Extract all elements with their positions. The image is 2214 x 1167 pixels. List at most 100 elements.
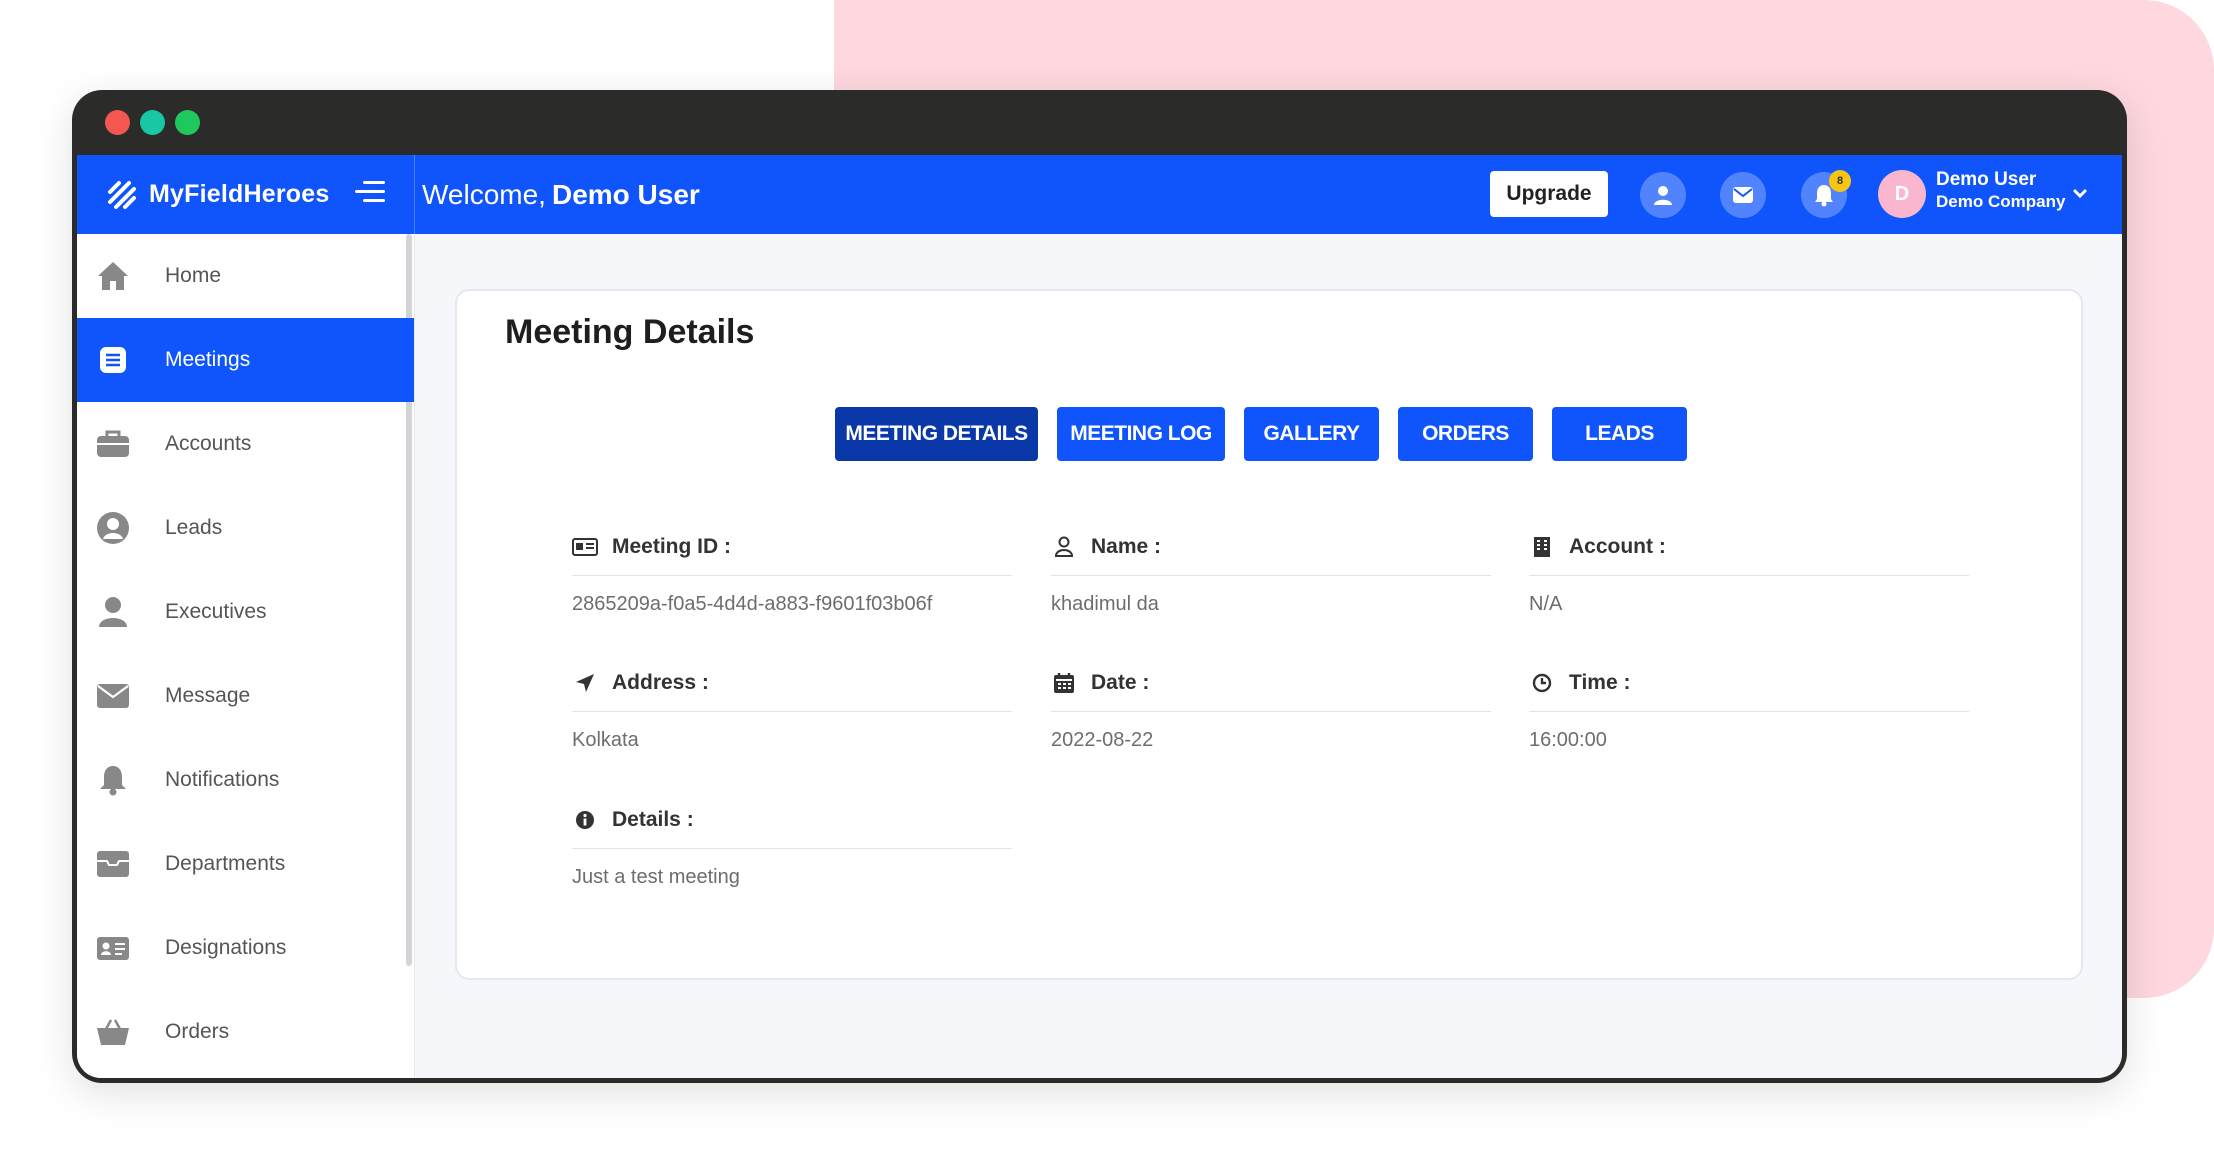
page-title: Meeting Details [505,313,755,351]
sidebar-item-label: Notifications [165,768,280,791]
sidebar: Home Meetings Accounts Leads Executives … [77,234,415,1078]
sidebar-item-label: Message [165,684,251,707]
app-screen: MyFieldHeroes Welcome, Demo User Upgrade [77,155,2122,1078]
close-dot[interactable] [105,110,130,135]
upgrade-button[interactable]: Upgrade [1490,171,1608,217]
field-header: Time : [1529,654,1969,712]
sidebar-item-label: Departments [165,852,286,875]
field-header: Meeting ID : [572,518,1012,576]
basket-icon [95,1014,131,1050]
sidebar-item-home[interactable]: Home [77,234,414,318]
meetings-icon [95,342,131,378]
field-label: Date : [1091,670,1150,694]
field-account: Account : N/A [1529,518,1969,616]
calendar-icon [1051,670,1077,696]
tab-meeting-details[interactable]: MEETING DETAILS [835,407,1038,461]
field-header: Details : [572,791,1012,849]
location-arrow-icon [572,670,598,696]
tab-gallery[interactable]: GALLERY [1244,407,1379,461]
info-icon [572,807,598,833]
topbar-divider [414,155,415,234]
field-meeting-id: Meeting ID : 2865209a-f0a5-4d4d-a883-f96… [572,518,1012,616]
sidebar-item-accounts[interactable]: Accounts [77,402,414,486]
tab-meeting-log[interactable]: MEETING LOG [1057,407,1225,461]
tab-orders[interactable]: ORDERS [1398,407,1533,461]
sidebar-item-label: Executives [165,600,267,623]
field-value: 2865209a-f0a5-4d4d-a883-f9601f03b06f [572,593,933,615]
maximize-dot[interactable] [175,110,200,135]
user-menu[interactable]: Demo User Demo Company [1936,169,2065,213]
field-header: Address : [572,654,1012,712]
sidebar-item-label: Home [165,264,222,287]
sidebar-item-designations[interactable]: Designations [77,906,414,990]
user-name: Demo User [1936,169,2037,190]
field-date: Date : 2022-08-22 [1051,654,1491,752]
avatar[interactable]: D [1878,170,1926,218]
window-controls [105,110,200,135]
field-label: Account : [1569,534,1666,558]
sidebar-item-orders[interactable]: Orders [77,990,414,1074]
clock-icon [1529,670,1555,696]
field-header: Account : [1529,518,1969,576]
brand-logo[interactable]: MyFieldHeroes [107,155,329,234]
briefcase-icon [95,426,131,462]
field-header: Name : [1051,518,1491,576]
field-label: Address : [612,670,709,694]
field-label: Time : [1569,670,1631,694]
field-value: 16:00:00 [1529,729,1607,751]
field-label: Meeting ID : [612,534,731,558]
mail-icon [1733,187,1753,203]
brand-name: MyFieldHeroes [149,180,330,208]
sidebar-item-meetings[interactable]: Meetings [77,318,414,402]
envelope-icon [95,678,131,714]
sidebar-item-label: Accounts [165,432,252,455]
field-value: Kolkata [572,729,639,751]
sidebar-item-message[interactable]: Message [77,654,414,738]
inbox-icon [95,846,131,882]
home-icon [95,258,131,294]
welcome-user-name: Demo User [551,178,700,210]
notifications-icon-button[interactable]: 8 [1801,170,1851,218]
sidebar-item-label: Orders [165,1020,230,1043]
field-details: Details : Just a test meeting [572,791,1012,889]
sidebar-item-executives[interactable]: Executives [77,570,414,654]
messages-icon-button[interactable] [1720,172,1766,218]
field-value: Just a test meeting [572,866,740,888]
field-address: Address : Kolkata [572,654,1012,752]
field-time: Time : 16:00:00 [1529,654,1969,752]
field-header: Date : [1051,654,1491,712]
chevron-down-icon[interactable] [2072,186,2088,202]
user-outline-icon [1051,534,1077,560]
brand-logo-icon [108,180,136,209]
profile-icon-button[interactable] [1640,172,1686,218]
minimize-dot[interactable] [140,110,165,135]
id-card-icon [95,930,131,966]
field-value: N/A [1529,593,1563,615]
field-label: Details : [612,807,694,831]
field-label: Name : [1091,534,1162,558]
sidebar-item-notifications[interactable]: Notifications [77,738,414,822]
building-icon [1529,534,1555,560]
sidebar-item-label: Designations [165,936,287,959]
field-value: khadimul da [1051,593,1159,615]
bell-icon [95,762,131,798]
field-name: Name : khadimul da [1051,518,1491,616]
welcome-message: Welcome, Demo User [422,155,700,234]
user-circle-icon [95,510,131,546]
welcome-prefix: Welcome, [422,178,546,210]
person-icon [95,594,131,630]
field-value: 2022-08-22 [1051,729,1154,751]
sidebar-item-label: Leads [165,516,223,539]
id-card-icon [572,534,598,560]
sidebar-item-departments[interactable]: Departments [77,822,414,906]
notification-count-badge: 8 [1829,170,1851,192]
tab-leads[interactable]: LEADS [1552,407,1687,461]
sidebar-item-leads[interactable]: Leads [77,486,414,570]
user-icon [1654,186,1672,205]
top-bar: MyFieldHeroes Welcome, Demo User Upgrade [77,155,2122,234]
meeting-details-card: Meeting Details MEETING DETAILS MEETING … [455,289,2083,980]
user-company: Demo Company [1936,192,2066,211]
browser-window: MyFieldHeroes Welcome, Demo User Upgrade [72,90,2127,1083]
sidebar-item-label: Meetings [165,348,251,371]
menu-toggle-icon[interactable] [355,181,385,207]
